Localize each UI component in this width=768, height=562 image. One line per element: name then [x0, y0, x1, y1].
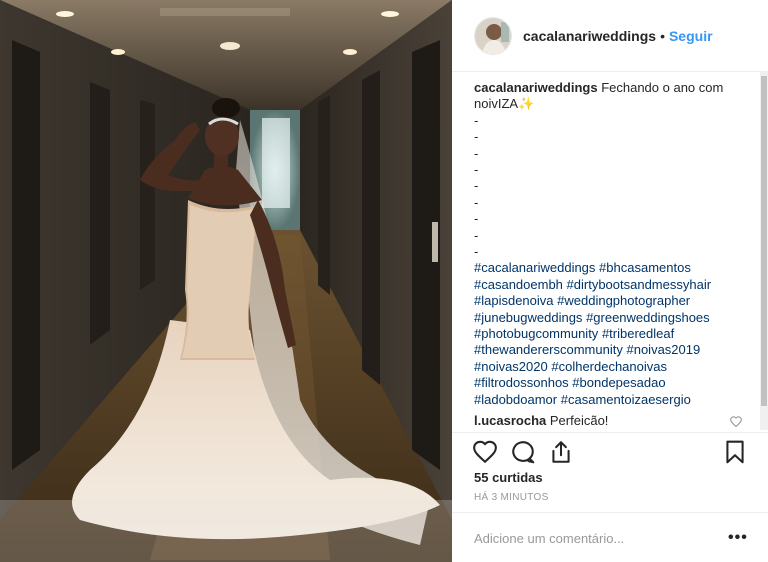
comment-like-heart-icon[interactable] — [730, 416, 742, 427]
scrollbar-thumb[interactable] — [761, 76, 767, 406]
post-header: cacalanariweddings • Seguir — [452, 0, 768, 72]
caption-dash-line: - — [474, 129, 479, 145]
hashtag-link[interactable]: #photobugcommunity — [474, 326, 598, 341]
bride-photo-image — [0, 0, 452, 562]
hashtag-link[interactable]: #bondepesadao — [572, 375, 665, 390]
caption-dash-line: - — [474, 211, 479, 227]
hashtag-link[interactable]: #ladobdoamor — [474, 392, 557, 407]
more-options-button[interactable]: ••• — [728, 529, 748, 547]
hashtag-link[interactable]: #casandoembh — [474, 277, 563, 292]
hashtag-link[interactable]: #greenweddingshoes — [586, 310, 710, 325]
share-icon[interactable] — [548, 439, 574, 465]
caption-dash-line: - — [474, 112, 479, 128]
comment-item: l.ucasrocha Perfeicão! — [474, 413, 746, 429]
comments-section: cacalanariweddings Fechando o ano com no… — [474, 80, 746, 432]
post-author-username[interactable]: cacalanariweddings — [523, 28, 656, 44]
avatar[interactable] — [474, 16, 512, 55]
header-separator: • — [660, 27, 665, 44]
comment-username[interactable]: l.ucasrocha — [474, 413, 546, 428]
add-comment-bar: ••• — [452, 512, 768, 562]
post-side-panel: cacalanariweddings • Seguir cacalanariwe… — [452, 0, 768, 562]
hashtag-link[interactable]: #lapisdenoiva — [474, 293, 554, 308]
caption-dash-line: - — [474, 161, 479, 177]
hashtag-link[interactable]: #colherdechanoivas — [551, 359, 667, 374]
hashtag-link[interactable]: #dirtybootsandmessyhair — [567, 277, 712, 292]
post-action-bar — [452, 432, 768, 468]
heart-icon[interactable] — [472, 439, 498, 465]
hashtag-link[interactable]: #filtrodossonhos — [474, 375, 569, 390]
like-count[interactable]: 55 curtidas — [474, 470, 543, 485]
caption: cacalanariweddings Fechando o ano com no… — [474, 80, 746, 113]
follow-button[interactable]: Seguir — [669, 28, 713, 44]
sparkles-emoji-icon: ✨ — [518, 96, 535, 112]
hashtag-link[interactable]: #bhcasamentos — [599, 260, 691, 275]
caption-hashtags: #cacalanariweddings #bhcasamentos #casan… — [474, 260, 746, 408]
caption-username[interactable]: cacalanariweddings — [474, 80, 598, 95]
hashtag-link[interactable]: #triberedleaf — [602, 326, 674, 341]
caption-dash-line: - — [474, 227, 479, 243]
caption-dash-line: - — [474, 178, 479, 194]
post-photo[interactable] — [0, 0, 452, 562]
comments-scrollbar[interactable] — [760, 72, 768, 430]
bookmark-icon[interactable] — [722, 439, 748, 465]
caption-dash-lines: --------- — [474, 113, 746, 261]
hashtag-link[interactable]: #noivas2019 — [626, 342, 700, 357]
scroll-down-arrow-icon[interactable] — [761, 426, 767, 430]
hashtag-link[interactable]: #noivas2020 — [474, 359, 548, 374]
comment-bubble-icon[interactable] — [510, 439, 536, 465]
hashtag-link[interactable]: #casamentoizaesergio — [561, 392, 691, 407]
caption-dash-line: - — [474, 243, 479, 259]
hashtag-link[interactable]: #thewandererscommunity — [474, 342, 623, 357]
hashtag-link[interactable]: #cacalanariweddings — [474, 260, 595, 275]
post-timestamp[interactable]: HÁ 3 MINUTOS — [474, 492, 549, 503]
hashtag-link[interactable]: #weddingphotographer — [557, 293, 690, 308]
comment-input[interactable] — [474, 527, 714, 549]
caption-dash-line: - — [474, 194, 479, 210]
caption-dash-line: - — [474, 145, 479, 161]
hashtag-link[interactable]: #junebugweddings — [474, 310, 582, 325]
comment-text: Perfeicão! — [549, 413, 609, 428]
